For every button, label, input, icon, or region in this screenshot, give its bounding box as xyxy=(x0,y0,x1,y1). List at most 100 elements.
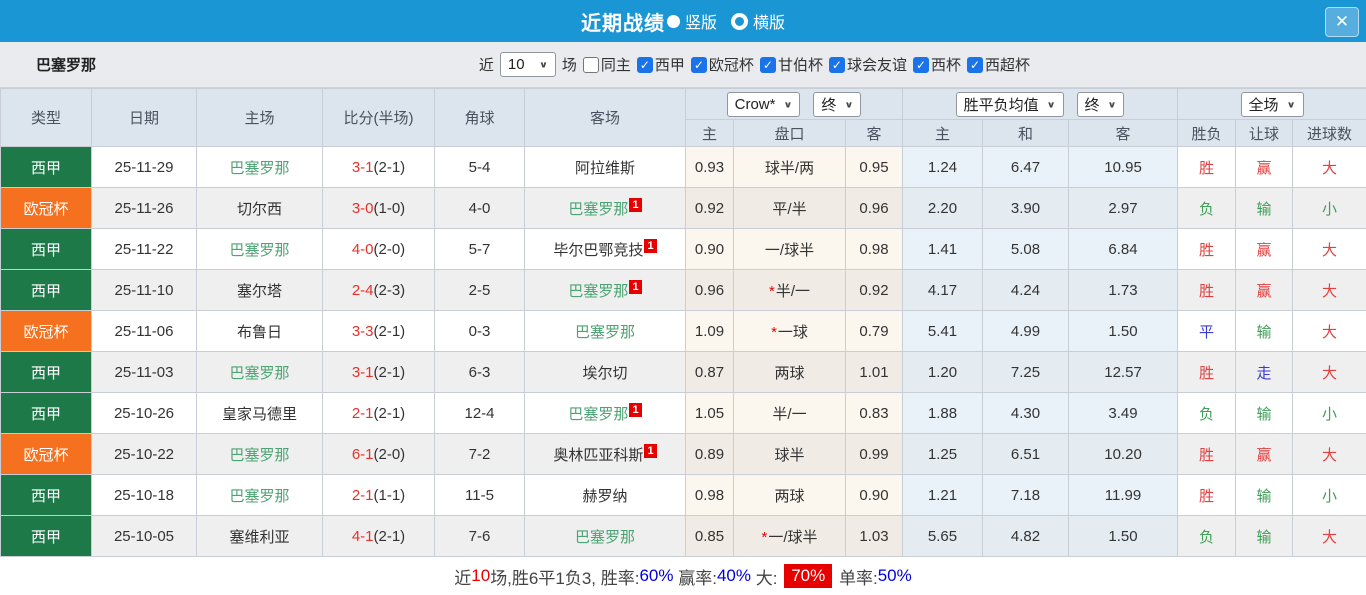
result-cell: 负 xyxy=(1178,516,1236,557)
team-name: 巴塞罗那 xyxy=(568,406,628,423)
corner-cell: 0-3 xyxy=(435,311,525,352)
near-count-select[interactable]: 10 ∨ xyxy=(500,52,556,77)
euro-home-odds: 1.41 xyxy=(903,229,983,270)
table-row: 西甲25-10-05塞维利亚4-1(2-1)7-6巴塞罗那0.85*一/球半1.… xyxy=(1,516,1366,557)
summary-segment: 场,胜6平1负3, xyxy=(490,564,601,589)
corner-cell: 6-3 xyxy=(435,352,525,393)
bookmaker-select[interactable]: Crow* ∨ xyxy=(727,92,801,117)
summary-segment: 40% xyxy=(717,566,751,586)
home-team-cell: 切尔西 xyxy=(197,188,323,229)
handicap-home-odds: 0.98 xyxy=(686,475,734,516)
result-cell: 胜 xyxy=(1178,229,1236,270)
checkbox-league-1[interactable]: ✓ 欧冠杯 xyxy=(691,54,754,75)
euro-home-odds: 5.65 xyxy=(903,516,983,557)
home-team-cell: 巴塞罗那 xyxy=(197,475,323,516)
away-team-cell: 巴塞罗那1 xyxy=(525,270,686,311)
goals-result-cell: 大 xyxy=(1293,229,1366,270)
handicap-result-cell: 输 xyxy=(1236,393,1293,434)
handicap-line: *一球 xyxy=(734,311,846,352)
checkbox-checked-icon: ✓ xyxy=(967,57,983,73)
result-cell: 胜 xyxy=(1178,475,1236,516)
euro-home-odds: 1.24 xyxy=(903,147,983,188)
league-type-badge: 西甲 xyxy=(1,393,92,434)
league-type-badge: 西甲 xyxy=(1,352,92,393)
euro-draw-odds: 4.30 xyxy=(983,393,1069,434)
home-team-cell: 皇家马德里 xyxy=(197,393,323,434)
radio-horizontal-layout[interactable]: 横版 xyxy=(723,9,785,33)
handicap-home-odds: 0.96 xyxy=(686,270,734,311)
summary-segment: 50% xyxy=(878,566,912,586)
handicap-away-odds: 0.83 xyxy=(846,393,903,434)
handicap-home-odds: 0.89 xyxy=(686,434,734,475)
handicap-line: *一/球半 xyxy=(734,516,846,557)
radio-vertical-layout[interactable]: 竖版 xyxy=(671,9,717,33)
team-name: 塞尔塔 xyxy=(237,283,282,300)
bookmaker-period-select[interactable]: 终 ∨ xyxy=(813,92,861,117)
red-count-badge: 1 xyxy=(644,239,656,253)
handicap-line: 两球 xyxy=(734,475,846,516)
euro-home-odds: 1.21 xyxy=(903,475,983,516)
bookmaker-period-value: 终 xyxy=(821,94,836,115)
result-cell: 平 xyxy=(1178,311,1236,352)
corner-cell: 2-5 xyxy=(435,270,525,311)
radio-selected-icon xyxy=(667,15,680,28)
date-cell: 25-11-29 xyxy=(92,147,197,188)
euro-away-odds: 11.99 xyxy=(1069,475,1178,516)
handicap-result-cell: 赢 xyxy=(1236,270,1293,311)
result-cell: 负 xyxy=(1178,393,1236,434)
handicap-line: *半/一 xyxy=(734,270,846,311)
league-type-badge: 欧冠杯 xyxy=(1,188,92,229)
checkbox-league-0[interactable]: ✓ 西甲 xyxy=(637,54,685,75)
home-team-cell: 巴塞罗那 xyxy=(197,352,323,393)
scope-select[interactable]: 全场 ∨ xyxy=(1241,92,1304,117)
col-header-type: 类型 xyxy=(1,89,92,147)
result-cell: 胜 xyxy=(1178,147,1236,188)
sub-header-hcp-away: 客 xyxy=(846,120,903,147)
date-cell: 25-11-10 xyxy=(92,270,197,311)
date-cell: 25-10-05 xyxy=(92,516,197,557)
half-time-score: (2-0) xyxy=(374,241,406,258)
corner-cell: 5-7 xyxy=(435,229,525,270)
red-count-badge: 1 xyxy=(629,403,641,417)
table-row: 西甲25-11-10塞尔塔2-4(2-3)2-5巴塞罗那10.96*半/一0.9… xyxy=(1,270,1366,311)
avg-odds-select[interactable]: 胜平负均值 ∨ xyxy=(956,92,1064,117)
bookmaker-value: Crow* xyxy=(735,96,776,113)
half-time-score: (2-3) xyxy=(374,282,406,299)
half-time-score: (2-1) xyxy=(374,159,406,176)
checkbox-league-5[interactable]: ✓ 西超杯 xyxy=(967,54,1030,75)
euro-draw-odds: 4.82 xyxy=(983,516,1069,557)
full-time-score: 2-1 xyxy=(352,487,374,504)
handicap-result-cell: 赢 xyxy=(1236,147,1293,188)
checkbox-league-4[interactable]: ✓ 西杯 xyxy=(913,54,961,75)
full-time-score: 3-0 xyxy=(352,200,374,217)
checkbox-checked-icon: ✓ xyxy=(637,57,653,73)
checkbox-checked-icon: ✓ xyxy=(760,57,776,73)
goals-result-cell: 大 xyxy=(1293,516,1366,557)
avg-period-select[interactable]: 终 ∨ xyxy=(1077,92,1125,117)
checkbox-checked-icon: ✓ xyxy=(913,57,929,73)
league-type-badge: 西甲 xyxy=(1,516,92,557)
handicap-home-odds: 0.93 xyxy=(686,147,734,188)
chevron-down-icon: ∨ xyxy=(1047,99,1056,109)
handicap-result-cell: 赢 xyxy=(1236,434,1293,475)
goals-result-cell: 大 xyxy=(1293,434,1366,475)
handicap-line: 一/球半 xyxy=(734,229,846,270)
date-cell: 25-10-26 xyxy=(92,393,197,434)
handicap-result-cell: 输 xyxy=(1236,311,1293,352)
team-name: 巴塞罗那 xyxy=(229,365,289,382)
handicap-home-odds: 1.05 xyxy=(686,393,734,434)
euro-draw-odds: 7.18 xyxy=(983,475,1069,516)
euro-away-odds: 6.84 xyxy=(1069,229,1178,270)
euro-away-odds: 12.57 xyxy=(1069,352,1178,393)
checkbox-league-2[interactable]: ✓ 甘伯杯 xyxy=(760,54,823,75)
handicap-home-odds: 1.09 xyxy=(686,311,734,352)
euro-away-odds: 1.73 xyxy=(1069,270,1178,311)
checkbox-league-3[interactable]: ✓ 球会友谊 xyxy=(829,54,907,75)
table-row: 欧冠杯25-11-06布鲁日3-3(2-1)0-3巴塞罗那1.09*一球0.79… xyxy=(1,311,1366,352)
summary-segment: 单率: xyxy=(834,564,877,589)
league-type-badge: 西甲 xyxy=(1,475,92,516)
filter-bar: 巴塞罗那 近 10 ∨ 场 同主 ✓ 西甲 ✓ 欧冠杯 ✓ 甘伯杯 ✓ 球会友谊… xyxy=(0,42,1366,88)
checkbox-same-home[interactable]: 同主 xyxy=(583,54,631,75)
close-button[interactable]: ✕ xyxy=(1325,7,1359,37)
handicap-line: 平/半 xyxy=(734,188,846,229)
